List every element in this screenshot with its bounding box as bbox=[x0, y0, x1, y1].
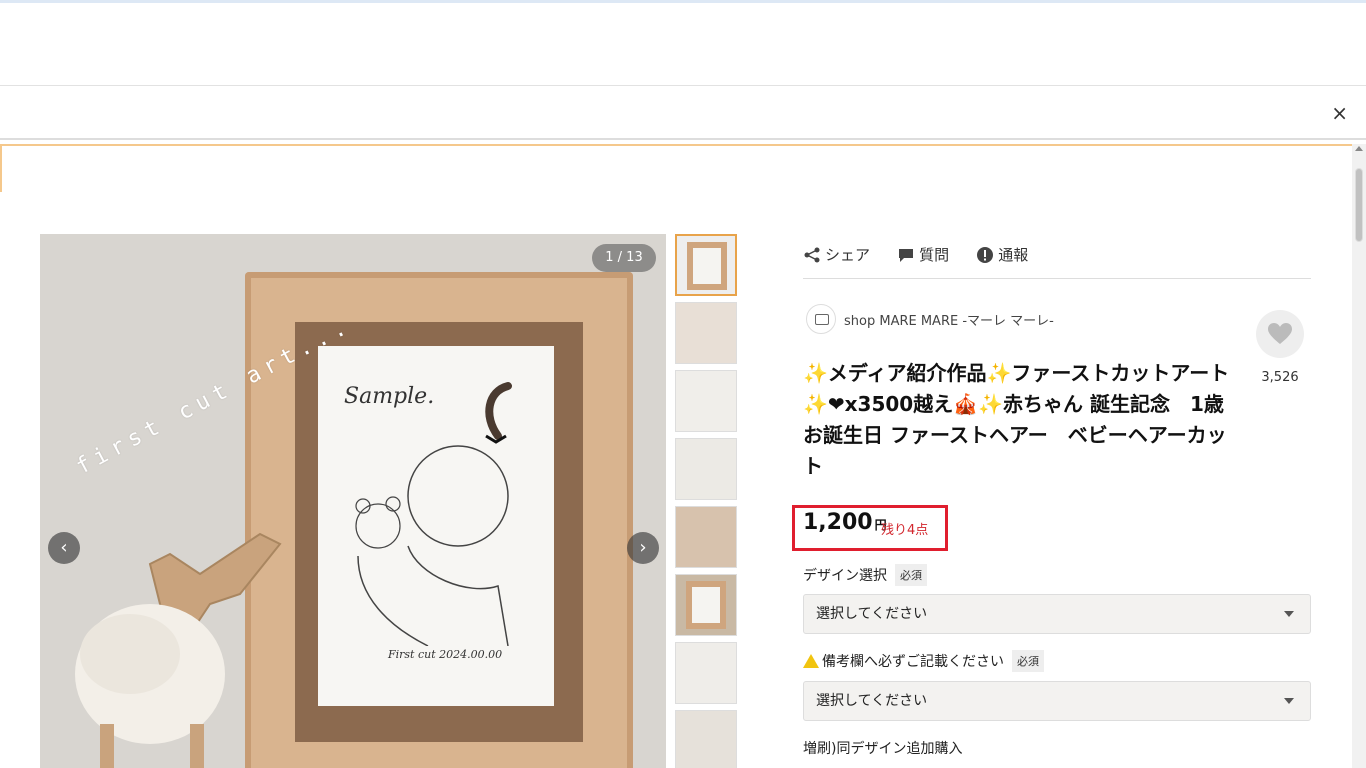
price-value: 1,200 bbox=[803, 510, 873, 535]
notice-banner: × bbox=[0, 87, 1366, 140]
page-scrollbar[interactable] bbox=[1352, 144, 1366, 768]
thumbnail[interactable] bbox=[675, 642, 737, 704]
scroll-up-icon[interactable] bbox=[1355, 146, 1363, 151]
thumbnail-strip bbox=[675, 234, 739, 768]
thumbnail[interactable] bbox=[675, 302, 737, 364]
design-label-row: デザイン選択 必須 bbox=[803, 564, 927, 586]
thumbnail[interactable] bbox=[675, 438, 737, 500]
heart-icon bbox=[1268, 323, 1292, 344]
notes-label: 備考欄へ必ずご記載ください bbox=[822, 654, 1004, 670]
extra-label: 増刷)同デザイン追加購入 bbox=[803, 741, 963, 757]
share-icon bbox=[804, 247, 820, 262]
close-icon[interactable]: × bbox=[1331, 101, 1348, 125]
design-label: デザイン選択 bbox=[803, 568, 887, 584]
notes-select[interactable]: 選択してください bbox=[803, 681, 1311, 721]
shop-link[interactable]: shop MARE MARE -マーレ マーレ- bbox=[806, 304, 1054, 334]
accent-edge bbox=[0, 144, 2, 192]
product-actions: シェア 質問 通報 bbox=[803, 244, 1311, 279]
share-button[interactable]: シェア bbox=[803, 244, 870, 265]
next-image-button[interactable]: › bbox=[627, 532, 659, 564]
thumbnail[interactable] bbox=[675, 506, 737, 568]
notes-select-value: 選択してください bbox=[816, 693, 928, 709]
shop-name: shop MARE MARE -マーレ マーレ- bbox=[844, 313, 1054, 329]
thumbnail[interactable] bbox=[675, 234, 737, 296]
stock-remaining: 残り4点 bbox=[881, 523, 929, 538]
design-select[interactable]: 選択してください bbox=[803, 594, 1311, 634]
price: 1,200 円 bbox=[803, 510, 887, 535]
warning-icon bbox=[803, 654, 819, 668]
favorite-button[interactable] bbox=[1256, 310, 1304, 358]
question-button[interactable]: 質問 bbox=[897, 244, 949, 265]
thumbnail[interactable] bbox=[675, 710, 737, 768]
baby-illustration bbox=[355, 382, 512, 646]
browser-top-area bbox=[0, 0, 1366, 86]
notes-label-row: 備考欄へ必ずご記載ください 必須 bbox=[803, 650, 1044, 672]
share-label: シェア bbox=[825, 246, 871, 264]
chat-bubble-icon bbox=[899, 248, 914, 262]
product-main-image[interactable]: Sample. First cut 2024.00.00 first cut a… bbox=[40, 234, 666, 768]
report-label: 通報 bbox=[998, 246, 1029, 264]
thumbnail[interactable] bbox=[675, 574, 737, 636]
image-counter: 1 / 13 bbox=[592, 244, 656, 272]
deer-ornament bbox=[75, 532, 282, 768]
report-button[interactable]: 通報 bbox=[976, 244, 1028, 265]
shop-avatar bbox=[806, 304, 836, 334]
chevron-down-icon bbox=[1284, 698, 1294, 704]
art-caption: First cut 2024.00.00 bbox=[388, 648, 503, 661]
question-label: 質問 bbox=[919, 246, 950, 264]
product-title: ✨メディア紹介作品✨ファーストカットアート ✨❤x3500越え🎪✨赤ちゃん 誕生… bbox=[803, 361, 1250, 478]
extra-purchase-label: 増刷)同デザイン追加購入 bbox=[803, 738, 962, 758]
favorite-count: 3,526 bbox=[1261, 370, 1299, 385]
scrollbar-thumb[interactable] bbox=[1355, 168, 1363, 242]
required-badge: 必須 bbox=[1012, 650, 1044, 672]
thumbnail[interactable] bbox=[675, 370, 737, 432]
chevron-down-icon bbox=[1284, 611, 1294, 617]
required-badge: 必須 bbox=[895, 564, 927, 586]
alert-icon bbox=[977, 246, 994, 263]
art-paper: Sample. First cut 2024.00.00 bbox=[318, 346, 554, 706]
design-select-value: 選択してください bbox=[816, 606, 928, 622]
prev-image-button[interactable]: ‹ bbox=[48, 532, 80, 564]
accent-divider bbox=[0, 144, 1352, 146]
